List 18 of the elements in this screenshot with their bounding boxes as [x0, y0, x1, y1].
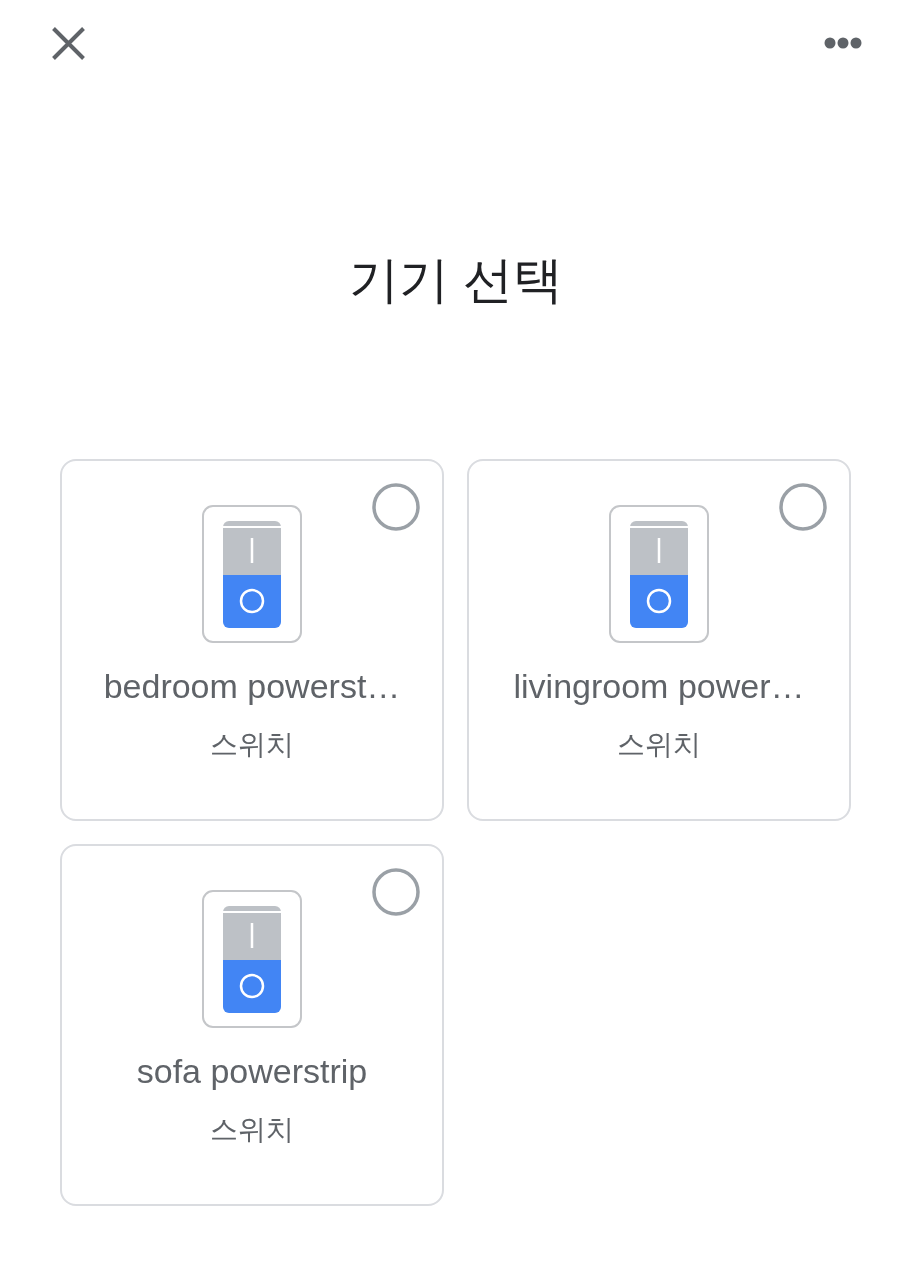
device-name: sofa powerstrip [136, 1051, 368, 1092]
switch-icon [202, 505, 302, 643]
device-card[interactable]: bedroom powerst… 스위치 [60, 459, 444, 821]
device-name: livingroom power… [513, 666, 805, 707]
device-name: bedroom powerst… [103, 666, 401, 707]
close-icon[interactable] [52, 27, 85, 60]
more-options-icon[interactable] [824, 37, 862, 49]
switch-icon [202, 890, 302, 1028]
device-type: 스위치 [210, 1113, 294, 1147]
radio-button[interactable] [372, 483, 420, 531]
switch-icon [609, 505, 709, 643]
page-title: 기기 선택 [348, 251, 564, 310]
device-card[interactable]: sofa powerstrip 스위치 [60, 844, 444, 1206]
radio-button[interactable] [372, 868, 420, 916]
device-card[interactable]: livingroom power… 스위치 [467, 459, 851, 821]
device-type: 스위치 [617, 728, 701, 762]
radio-button[interactable] [779, 483, 827, 531]
device-type: 스위치 [210, 728, 294, 762]
